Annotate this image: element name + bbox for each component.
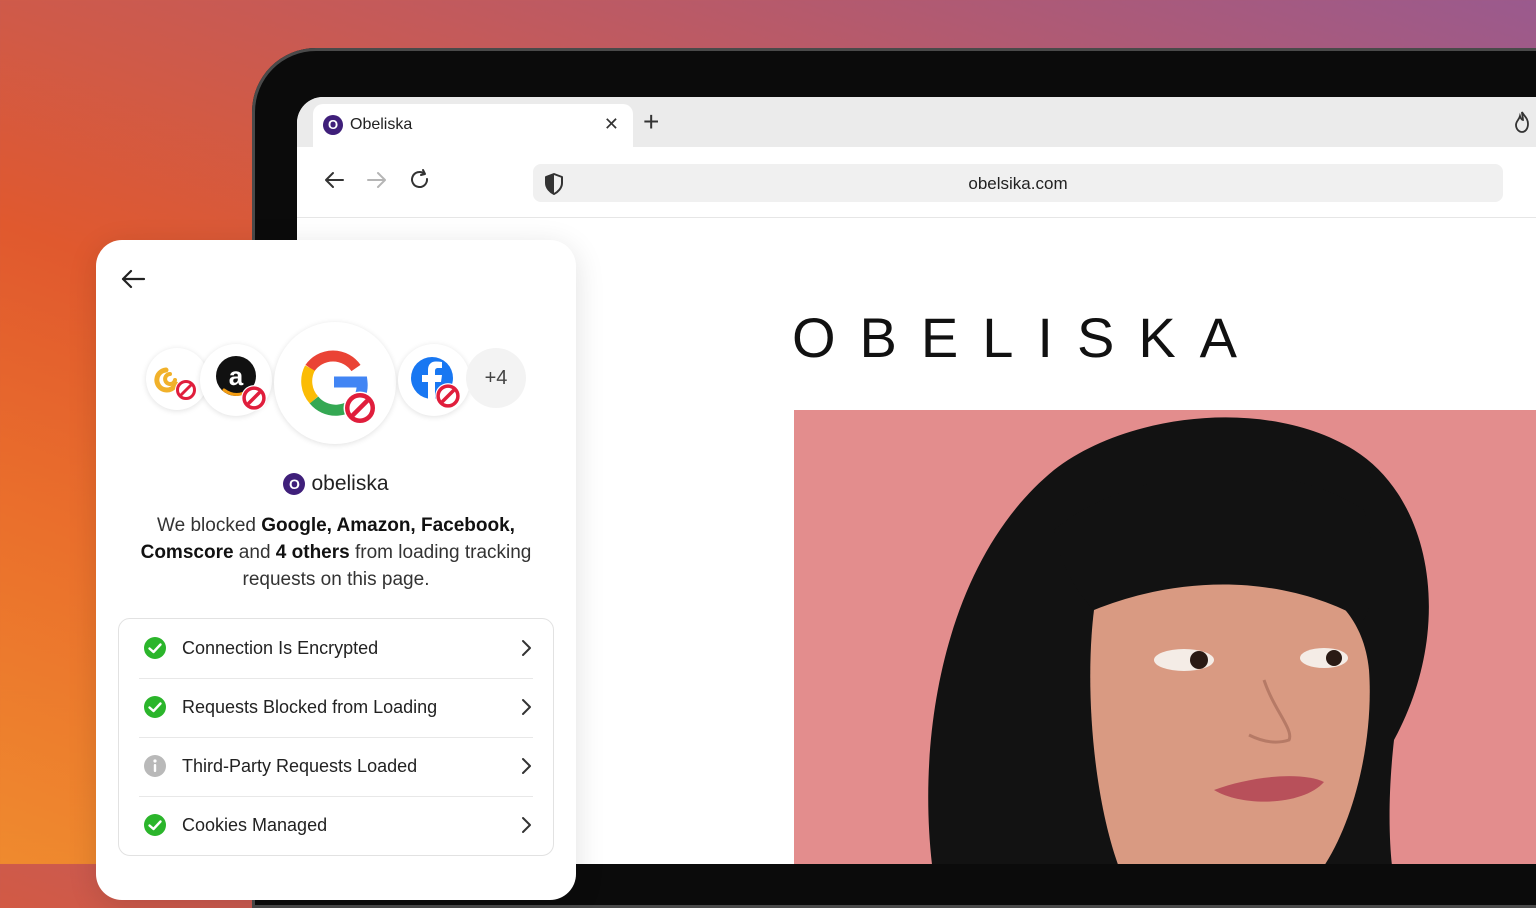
privacy-status-list: Connection Is Encrypted Requests Blocked… [118, 618, 554, 856]
more-trackers-count: +4 [466, 348, 526, 408]
blocked-badge-icon [175, 379, 197, 401]
summary-prefix: We blocked [157, 515, 262, 536]
tracker-google [274, 322, 396, 444]
row-label: Third-Party Requests Loaded [182, 756, 418, 776]
forward-arrow-icon[interactable] [364, 167, 390, 193]
site-name: obeliska [311, 472, 389, 495]
row-requests-blocked[interactable]: Requests Blocked from Loading [139, 678, 533, 738]
reload-icon[interactable] [407, 167, 433, 193]
chevron-right-icon [522, 699, 531, 715]
row-cookies-managed[interactable]: Cookies Managed [139, 796, 533, 855]
blocked-badge-icon [343, 391, 377, 425]
tracker-comscore [146, 348, 208, 410]
toolbar: obelsika.com [297, 147, 1536, 218]
tab-obeliska[interactable]: O Obeliska ✕ [313, 104, 633, 148]
close-tab-icon[interactable]: ✕ [604, 114, 619, 135]
check-circle-icon [144, 637, 166, 659]
row-third-party-loaded[interactable]: Third-Party Requests Loaded [139, 737, 533, 797]
row-connection-encrypted[interactable]: Connection Is Encrypted [139, 619, 533, 679]
row-label: Connection Is Encrypted [182, 638, 379, 658]
chevron-right-icon [522, 758, 531, 774]
back-arrow-icon[interactable] [118, 264, 148, 294]
row-label: Cookies Managed [182, 815, 328, 835]
summary-middle: and [233, 542, 276, 563]
tracker-facebook [398, 344, 470, 416]
tab-strip: O Obeliska ✕ + [297, 97, 1536, 148]
row-label: Requests Blocked from Loading [182, 697, 438, 717]
blocked-badge-icon [241, 385, 267, 411]
url-text: obelsika.com [968, 174, 1068, 193]
check-circle-icon [144, 696, 166, 718]
site-identity: Oobeliska [96, 472, 576, 496]
site-favicon-icon: O [283, 473, 306, 495]
chevron-right-icon [522, 640, 531, 656]
blocked-summary: We blocked Google, Amazon, Facebook, Coms… [126, 512, 546, 593]
chevron-right-icon [522, 817, 531, 833]
site-logo: OBELISKA [792, 306, 1262, 369]
tracker-amazon: a [200, 344, 272, 416]
check-circle-icon [144, 814, 166, 836]
summary-companies: Google, Amazon, Facebook, [261, 515, 515, 536]
portrait-photo [794, 410, 1536, 864]
fire-icon[interactable] [1512, 110, 1532, 134]
tab-title: Obeliska [350, 116, 413, 133]
privacy-dashboard-panel: a +4 Oobeliska We blocked Google, Amazon… [96, 240, 576, 900]
back-arrow-icon[interactable] [321, 167, 347, 193]
summary-others: 4 others [275, 542, 350, 563]
info-circle-icon [144, 755, 166, 777]
blocked-badge-icon [435, 383, 461, 409]
summary-company-last: Comscore [140, 542, 234, 563]
tab-favicon-icon: O [323, 115, 343, 135]
new-tab-button[interactable]: + [643, 108, 659, 136]
hero-image [794, 410, 1536, 864]
address-bar[interactable]: obelsika.com [533, 164, 1503, 202]
